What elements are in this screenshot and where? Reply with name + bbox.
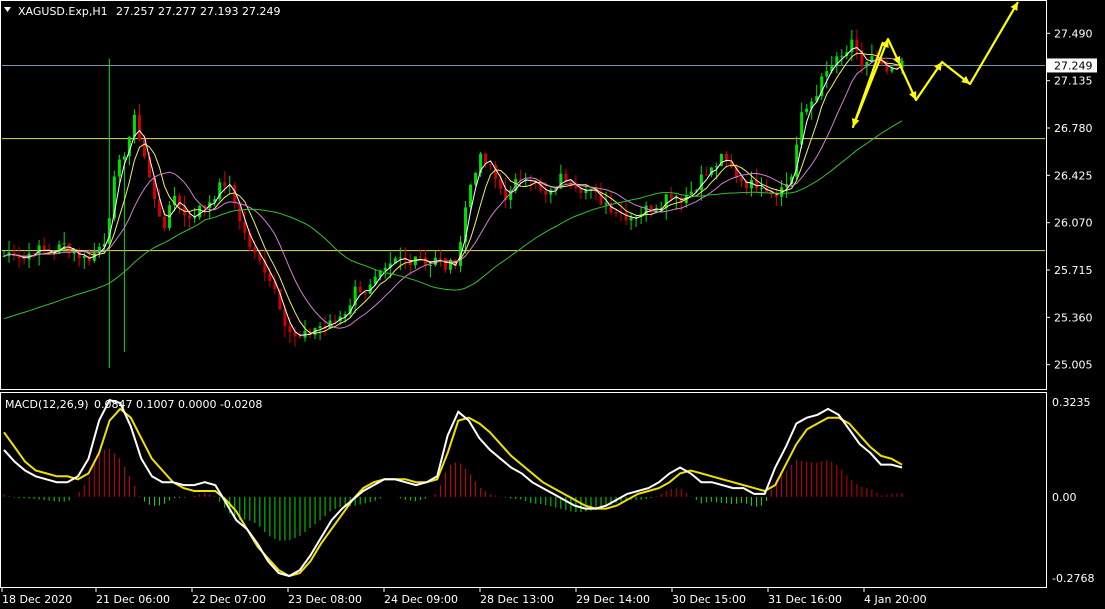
candle-body xyxy=(614,212,618,214)
candle-body xyxy=(117,159,121,177)
candle-body xyxy=(428,265,432,267)
candle-body xyxy=(163,216,167,228)
candle-body xyxy=(37,245,41,254)
candle-body xyxy=(629,217,633,221)
candle-body xyxy=(137,114,141,140)
candle-body xyxy=(624,212,628,221)
macd-values: 0.0847 0.1007 0.0000 -0.0208 xyxy=(94,398,262,411)
candle-body xyxy=(132,114,136,137)
chart-header: XAGUSD.Exp,H1 27.257 27.277 27.193 27.24… xyxy=(4,5,280,18)
candle-body xyxy=(198,205,202,218)
current-price-label: 27.249 xyxy=(1054,59,1093,72)
candle-body xyxy=(223,182,227,187)
price-tick-label: 25.360 xyxy=(1054,311,1093,324)
macd-axis: 0.3235 0.00 -0.2768 xyxy=(1052,396,1094,585)
candle-body xyxy=(604,203,608,205)
candle-body xyxy=(318,326,322,329)
macd-tick-label: 0.3235 xyxy=(1052,396,1091,409)
candle-body xyxy=(469,184,473,208)
macd-signal-line xyxy=(3,407,903,578)
chart-frames xyxy=(0,0,1047,588)
candle-body xyxy=(42,245,46,253)
candle-body xyxy=(664,194,668,208)
price-tick-label: 26.070 xyxy=(1054,217,1093,230)
candle-body xyxy=(589,188,593,190)
macd-title: MACD(12,26,9) xyxy=(5,398,89,411)
candle-body xyxy=(298,336,302,338)
candle-body xyxy=(669,194,673,199)
time-tick-label: 4 Jan 20:00 xyxy=(864,593,927,606)
time-tick-label: 31 Dec 16:00 xyxy=(768,593,842,606)
price-tick-label: 27.135 xyxy=(1054,75,1093,88)
time-tick-label: 30 Dec 15:00 xyxy=(672,593,746,606)
time-tick-label: 23 Dec 08:00 xyxy=(288,593,362,606)
price-tick-label: 26.425 xyxy=(1054,169,1093,182)
candle-body xyxy=(82,256,86,258)
macd-tick-label: -0.2768 xyxy=(1052,572,1094,585)
candle-body xyxy=(57,244,61,254)
price-tick-label: 25.005 xyxy=(1054,359,1093,372)
time-tick-label: 24 Dec 09:00 xyxy=(384,593,458,606)
candle-body xyxy=(443,258,447,270)
forecast-arrowhead xyxy=(852,118,860,127)
candle-body xyxy=(760,187,764,189)
candle-body xyxy=(288,326,292,332)
candle-body xyxy=(704,174,708,176)
time-tick-label: 28 Dec 13:00 xyxy=(480,593,554,606)
forecast-arrow-path[interactable] xyxy=(851,1,1019,129)
price-axis: 27.490 27.135 26.780 26.425 26.070 25.715 25.3… xyxy=(1046,27,1097,372)
time-tick-label: 18 Dec 2020 xyxy=(2,593,72,606)
candle-body xyxy=(333,320,337,322)
candle-body xyxy=(564,173,568,182)
candle-body xyxy=(253,247,257,253)
macd-tick-label: 0.00 xyxy=(1052,491,1077,504)
macd-pane[interactable] xyxy=(3,398,903,578)
candle-body xyxy=(714,166,718,168)
candle-body xyxy=(544,190,548,195)
candle-body xyxy=(438,257,442,259)
candle-body xyxy=(358,286,362,293)
candle-body xyxy=(825,71,829,77)
time-axis: 18 Dec 2020 21 Dec 06:00 22 Dec 07:00 23 De… xyxy=(1,588,927,606)
ohlc-values: 27.257 27.277 27.193 27.249 xyxy=(116,5,280,18)
time-tick-label: 21 Dec 06:00 xyxy=(96,593,170,606)
candle-body xyxy=(363,292,367,294)
candle-body xyxy=(122,156,126,160)
time-tick-label: 29 Dec 14:00 xyxy=(576,593,650,606)
price-tick-label: 27.490 xyxy=(1054,27,1093,40)
candle-body xyxy=(805,108,809,113)
price-tick-label: 26.780 xyxy=(1054,122,1093,135)
candle-body xyxy=(188,215,192,219)
price-pane[interactable] xyxy=(2,1,1045,368)
candle-body xyxy=(398,257,402,259)
macd-main-line xyxy=(3,398,903,578)
candle-body xyxy=(303,330,307,338)
candle-body xyxy=(840,55,844,57)
macd-header: MACD(12,26,9) 0.0847 0.1007 0.0000 -0.02… xyxy=(5,398,262,411)
symbol-dropdown-icon[interactable] xyxy=(4,7,11,12)
candle-body xyxy=(689,191,693,195)
candle-body xyxy=(2,256,6,258)
candle-body xyxy=(62,243,66,245)
time-tick-label: 22 Dec 07:00 xyxy=(192,593,266,606)
candle-body xyxy=(418,256,422,258)
candle-body xyxy=(489,164,493,166)
symbol-label: XAGUSD.Exp,H1 xyxy=(18,5,108,18)
candle-body xyxy=(699,174,703,191)
candle-body xyxy=(739,177,743,182)
chart-root: XAGUSD.Exp,H1 27.257 27.277 27.193 27.24… xyxy=(0,0,1097,606)
price-tick-label: 25.715 xyxy=(1054,264,1093,277)
